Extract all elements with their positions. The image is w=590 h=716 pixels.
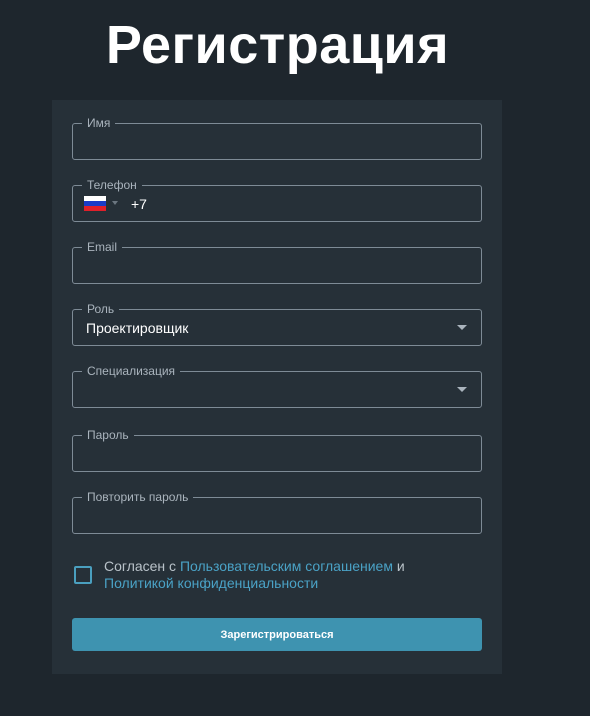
name-field-label: Имя xyxy=(82,116,116,131)
password-field-label: Пароль xyxy=(82,428,134,443)
role-select-label: Роль xyxy=(82,302,120,317)
registration-form: Имя Телефон +7 Email Роль Проектировщик … xyxy=(52,100,502,674)
repeat-password-field[interactable]: Повторить пароль xyxy=(72,490,482,534)
agreement-conjunction: и xyxy=(392,558,405,574)
agreement-text: Согласен с Пользовательским соглашением … xyxy=(104,558,464,592)
russia-flag-icon[interactable] xyxy=(84,196,106,211)
phone-field-label: Телефон xyxy=(82,178,142,193)
phone-field[interactable]: Телефон +7 xyxy=(72,178,482,222)
privacy-link[interactable]: Политикой конфиденциальности xyxy=(104,575,318,591)
specialization-select[interactable]: Специализация xyxy=(72,364,482,408)
repeat-password-field-label: Повторить пароль xyxy=(82,490,194,505)
register-button[interactable]: Зарегистрироваться xyxy=(72,618,482,651)
role-select[interactable]: Роль Проектировщик xyxy=(72,302,482,346)
page-title: Регистрация xyxy=(105,15,450,75)
role-select-value: Проектировщик xyxy=(86,320,189,336)
chevron-down-icon[interactable] xyxy=(457,387,467,392)
email-field-label: Email xyxy=(82,240,123,255)
agreement-prefix: Согласен с xyxy=(104,558,180,574)
name-field[interactable]: Имя xyxy=(72,116,482,160)
agreement-checkbox[interactable] xyxy=(74,566,92,584)
phone-country-code: +7 xyxy=(131,196,147,212)
terms-link[interactable]: Пользовательским соглашением xyxy=(180,558,393,574)
chevron-down-icon[interactable] xyxy=(457,325,467,330)
specialization-select-label: Специализация xyxy=(82,364,181,379)
password-field[interactable]: Пароль xyxy=(72,428,482,472)
email-field[interactable]: Email xyxy=(72,240,482,284)
country-dropdown-icon[interactable] xyxy=(112,201,118,205)
